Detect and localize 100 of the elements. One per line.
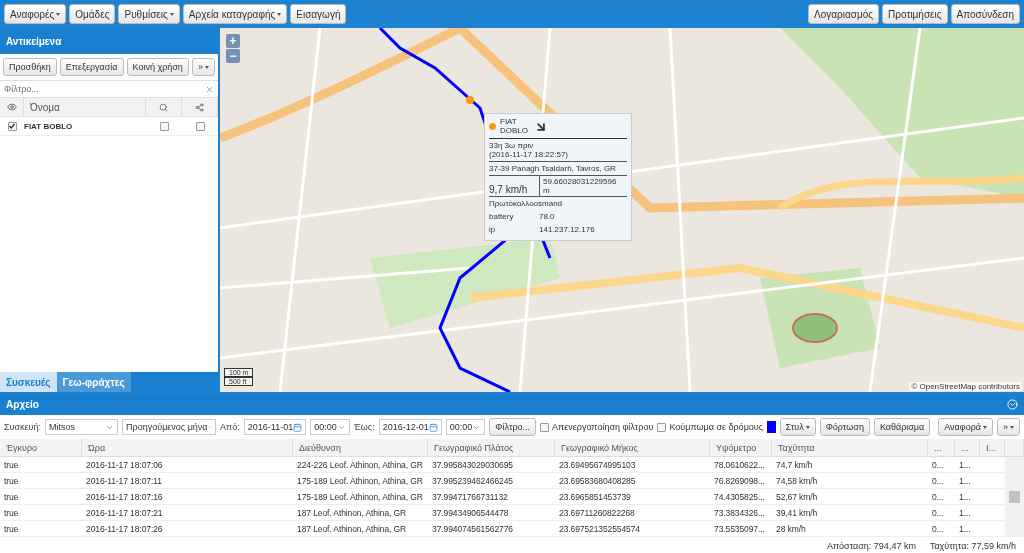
period-select[interactable]: Προηγούμενος μήνα: [122, 419, 217, 435]
date-field[interactable]: 2016-12-01: [378, 419, 442, 435]
table-cell: 0...: [928, 473, 955, 489]
table-cell: 37.994074561562776: [428, 521, 555, 537]
table-cell: 2016-11-17 18:07:26: [82, 521, 293, 537]
toolbar-button[interactable]: Φόρτωση: [819, 418, 870, 436]
toolbar-button[interactable]: Καθάρισμα: [873, 418, 931, 436]
caret-icon: [805, 425, 810, 429]
caret-icon: [1010, 425, 1014, 429]
checkbox-option[interactable]: Απενεργοποίηση φίλτρου: [540, 422, 654, 432]
toolbar-button[interactable]: Κοινή χρήση: [126, 58, 189, 76]
table-cell: 224-226 Leof. Athinon, Athina, GR: [293, 457, 428, 473]
table-cell: 1...: [955, 505, 980, 521]
column-header[interactable]: Ταχύτητα: [772, 439, 928, 457]
table-cell: 23.69711260822268: [555, 505, 710, 521]
popup-text: 37-39 Panagh Tsaldarh, Tavros, GR: [489, 161, 627, 176]
popup-title: FIAT DOBLO: [500, 118, 529, 136]
field-label: Έως:: [353, 422, 375, 432]
table-cell: 2016-11-17 18:07:06: [82, 457, 293, 473]
toolbar-button[interactable]: Προσθήκη: [3, 58, 57, 76]
column-header[interactable]: Γεωγραφικό Πλάτος: [428, 439, 555, 457]
column-header[interactable]: Διεύθυνση: [293, 439, 428, 457]
popup-text: 33η 3ω πριν (2016-11-17 18:22:57): [489, 138, 627, 162]
calendar-icon[interactable]: [293, 422, 303, 432]
panel-title: Αρχείο: [6, 399, 39, 410]
checkbox[interactable]: [159, 121, 169, 131]
table-cell: 187 Leof. Athinon, Athina, GR: [293, 505, 428, 521]
table-cell: 175-189 Leof. Athinon, Athina, GR: [293, 473, 428, 489]
checkbox[interactable]: [195, 121, 205, 131]
caret-icon: [983, 425, 987, 429]
map-attribution: © OpenStreetMap contributors: [909, 382, 1022, 391]
column-header[interactable]: ...: [928, 439, 955, 457]
toolbar-button[interactable]: Επεξεργασία: [59, 58, 124, 76]
column-header[interactable]: Έγκυρο: [0, 439, 82, 457]
filter-button[interactable]: Φίλτρο...: [489, 418, 537, 436]
table-cell: 73.3834326...: [710, 505, 772, 521]
table-cell: true: [0, 489, 82, 505]
toolbar-button[interactable]: Προτιμήσεις: [882, 4, 948, 24]
toolbar-button[interactable]: Αποσύνδεση: [950, 4, 1020, 24]
table-cell: 23.69583680408285: [555, 473, 710, 489]
scrollbar[interactable]: [1005, 457, 1024, 537]
table-cell: 2016-11-17 18:07:11: [82, 473, 293, 489]
table-cell: 37.995843029030695: [428, 457, 555, 473]
attribute-value: 78.0: [539, 211, 555, 221]
collapse-icon[interactable]: [1007, 399, 1018, 410]
column-header[interactable]: Ι...: [980, 439, 1005, 457]
attribute-key: battery: [489, 211, 539, 221]
device-select[interactable]: Mitsos: [45, 419, 119, 435]
table-cell: 28 km/h: [772, 521, 928, 537]
table-cell: true: [0, 521, 82, 537]
field-label: Από:: [220, 422, 240, 432]
toolbar-button[interactable]: Ομάδες: [69, 4, 116, 24]
table-cell: 78.0610622...: [710, 457, 772, 473]
table-cell: 1...: [955, 521, 980, 537]
toolbar-button[interactable]: Αναφορές: [4, 4, 67, 24]
filter-field[interactable]: Φίλτρο...: [4, 84, 205, 94]
attribute-value: 141.237.12.176: [539, 224, 595, 234]
toolbar-button[interactable]: Λογαριασμός: [808, 4, 880, 24]
color-swatch[interactable]: [767, 421, 776, 433]
column-header[interactable]: Γεωγραφικό Μήκος: [555, 439, 710, 457]
table-cell: 37.99471766731132: [428, 489, 555, 505]
table-cell: 73.5535097...: [710, 521, 772, 537]
table-cell: 0...: [928, 457, 955, 473]
toolbar-button[interactable]: Στυλ: [779, 418, 816, 436]
time-select[interactable]: 00:00: [310, 419, 350, 435]
scrollbar-thumb[interactable]: [1009, 491, 1020, 503]
summary-text: Απόσταση: 794,47 km: [826, 541, 916, 551]
time-select[interactable]: 00:00: [445, 419, 486, 435]
table-cell: 74.4305825...: [710, 489, 772, 505]
date-field[interactable]: 2016-11-01: [243, 419, 307, 435]
table-cell: 2016-11-17 18:07:16: [82, 489, 293, 505]
column-header: Όνομα: [24, 98, 146, 117]
calendar-icon[interactable]: [428, 422, 438, 432]
toolbar-button[interactable]: »: [997, 418, 1020, 436]
checkbox[interactable]: [7, 121, 17, 131]
table-cell: 74,58 km/h: [772, 473, 928, 489]
checkbox-option[interactable]: Κούμπωμα σε δρόμους: [657, 422, 764, 432]
summary-text: Ταχύτητα: 77,59 km/h: [929, 541, 1016, 551]
toolbar-button[interactable]: Ρυθμίσεις: [118, 4, 180, 24]
toolbar-button[interactable]: Αρχεία καταγραφής: [182, 4, 288, 24]
nodes-icon: [195, 102, 204, 112]
column-header[interactable]: Υψόμετρο: [710, 439, 772, 457]
toolbar-button[interactable]: Αναφορά: [938, 418, 993, 436]
table-cell: 1...: [955, 489, 980, 505]
table-cell: 0...: [928, 489, 955, 505]
table-cell: true: [0, 473, 82, 489]
column-header[interactable]: ...: [955, 439, 980, 457]
toolbar-button[interactable]: Εισαγωγή: [290, 4, 347, 24]
caret-icon: [277, 12, 282, 16]
clear-icon[interactable]: [205, 84, 214, 94]
device-name[interactable]: FIAT BOBLO: [24, 117, 146, 136]
table-cell: 0...: [928, 521, 955, 537]
popup-text: 59.66028031229596 m: [542, 175, 618, 196]
table-cell: 74,7 km/h: [772, 457, 928, 473]
table-cell: 1...: [955, 473, 980, 489]
caret-icon: [204, 65, 209, 69]
toolbar-button[interactable]: »: [191, 58, 215, 76]
attribute-key: ip: [489, 224, 539, 234]
caret-icon: [169, 12, 174, 16]
column-header[interactable]: Ώρα: [82, 439, 293, 457]
